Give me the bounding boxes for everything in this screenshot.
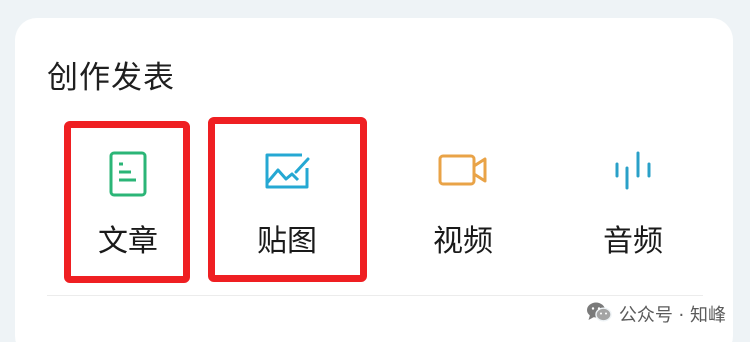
highlight-box-image: [208, 117, 367, 282]
publish-video-button[interactable]: 视频: [398, 120, 528, 280]
section-title: 创作发表: [47, 60, 175, 96]
publish-video-label: 视频: [433, 224, 493, 259]
divider: [47, 295, 703, 296]
watermark-text: 公众号 · 知峰: [618, 305, 726, 326]
publish-audio-button[interactable]: 音频: [568, 120, 698, 280]
wechat-icon: [586, 301, 612, 328]
audio-wave-icon: [611, 150, 655, 196]
highlight-box-article: [64, 121, 190, 283]
video-camera-icon: [437, 150, 489, 194]
publish-audio-label: 音频: [603, 224, 663, 259]
watermark: 公众号 · 知峰: [586, 301, 726, 328]
